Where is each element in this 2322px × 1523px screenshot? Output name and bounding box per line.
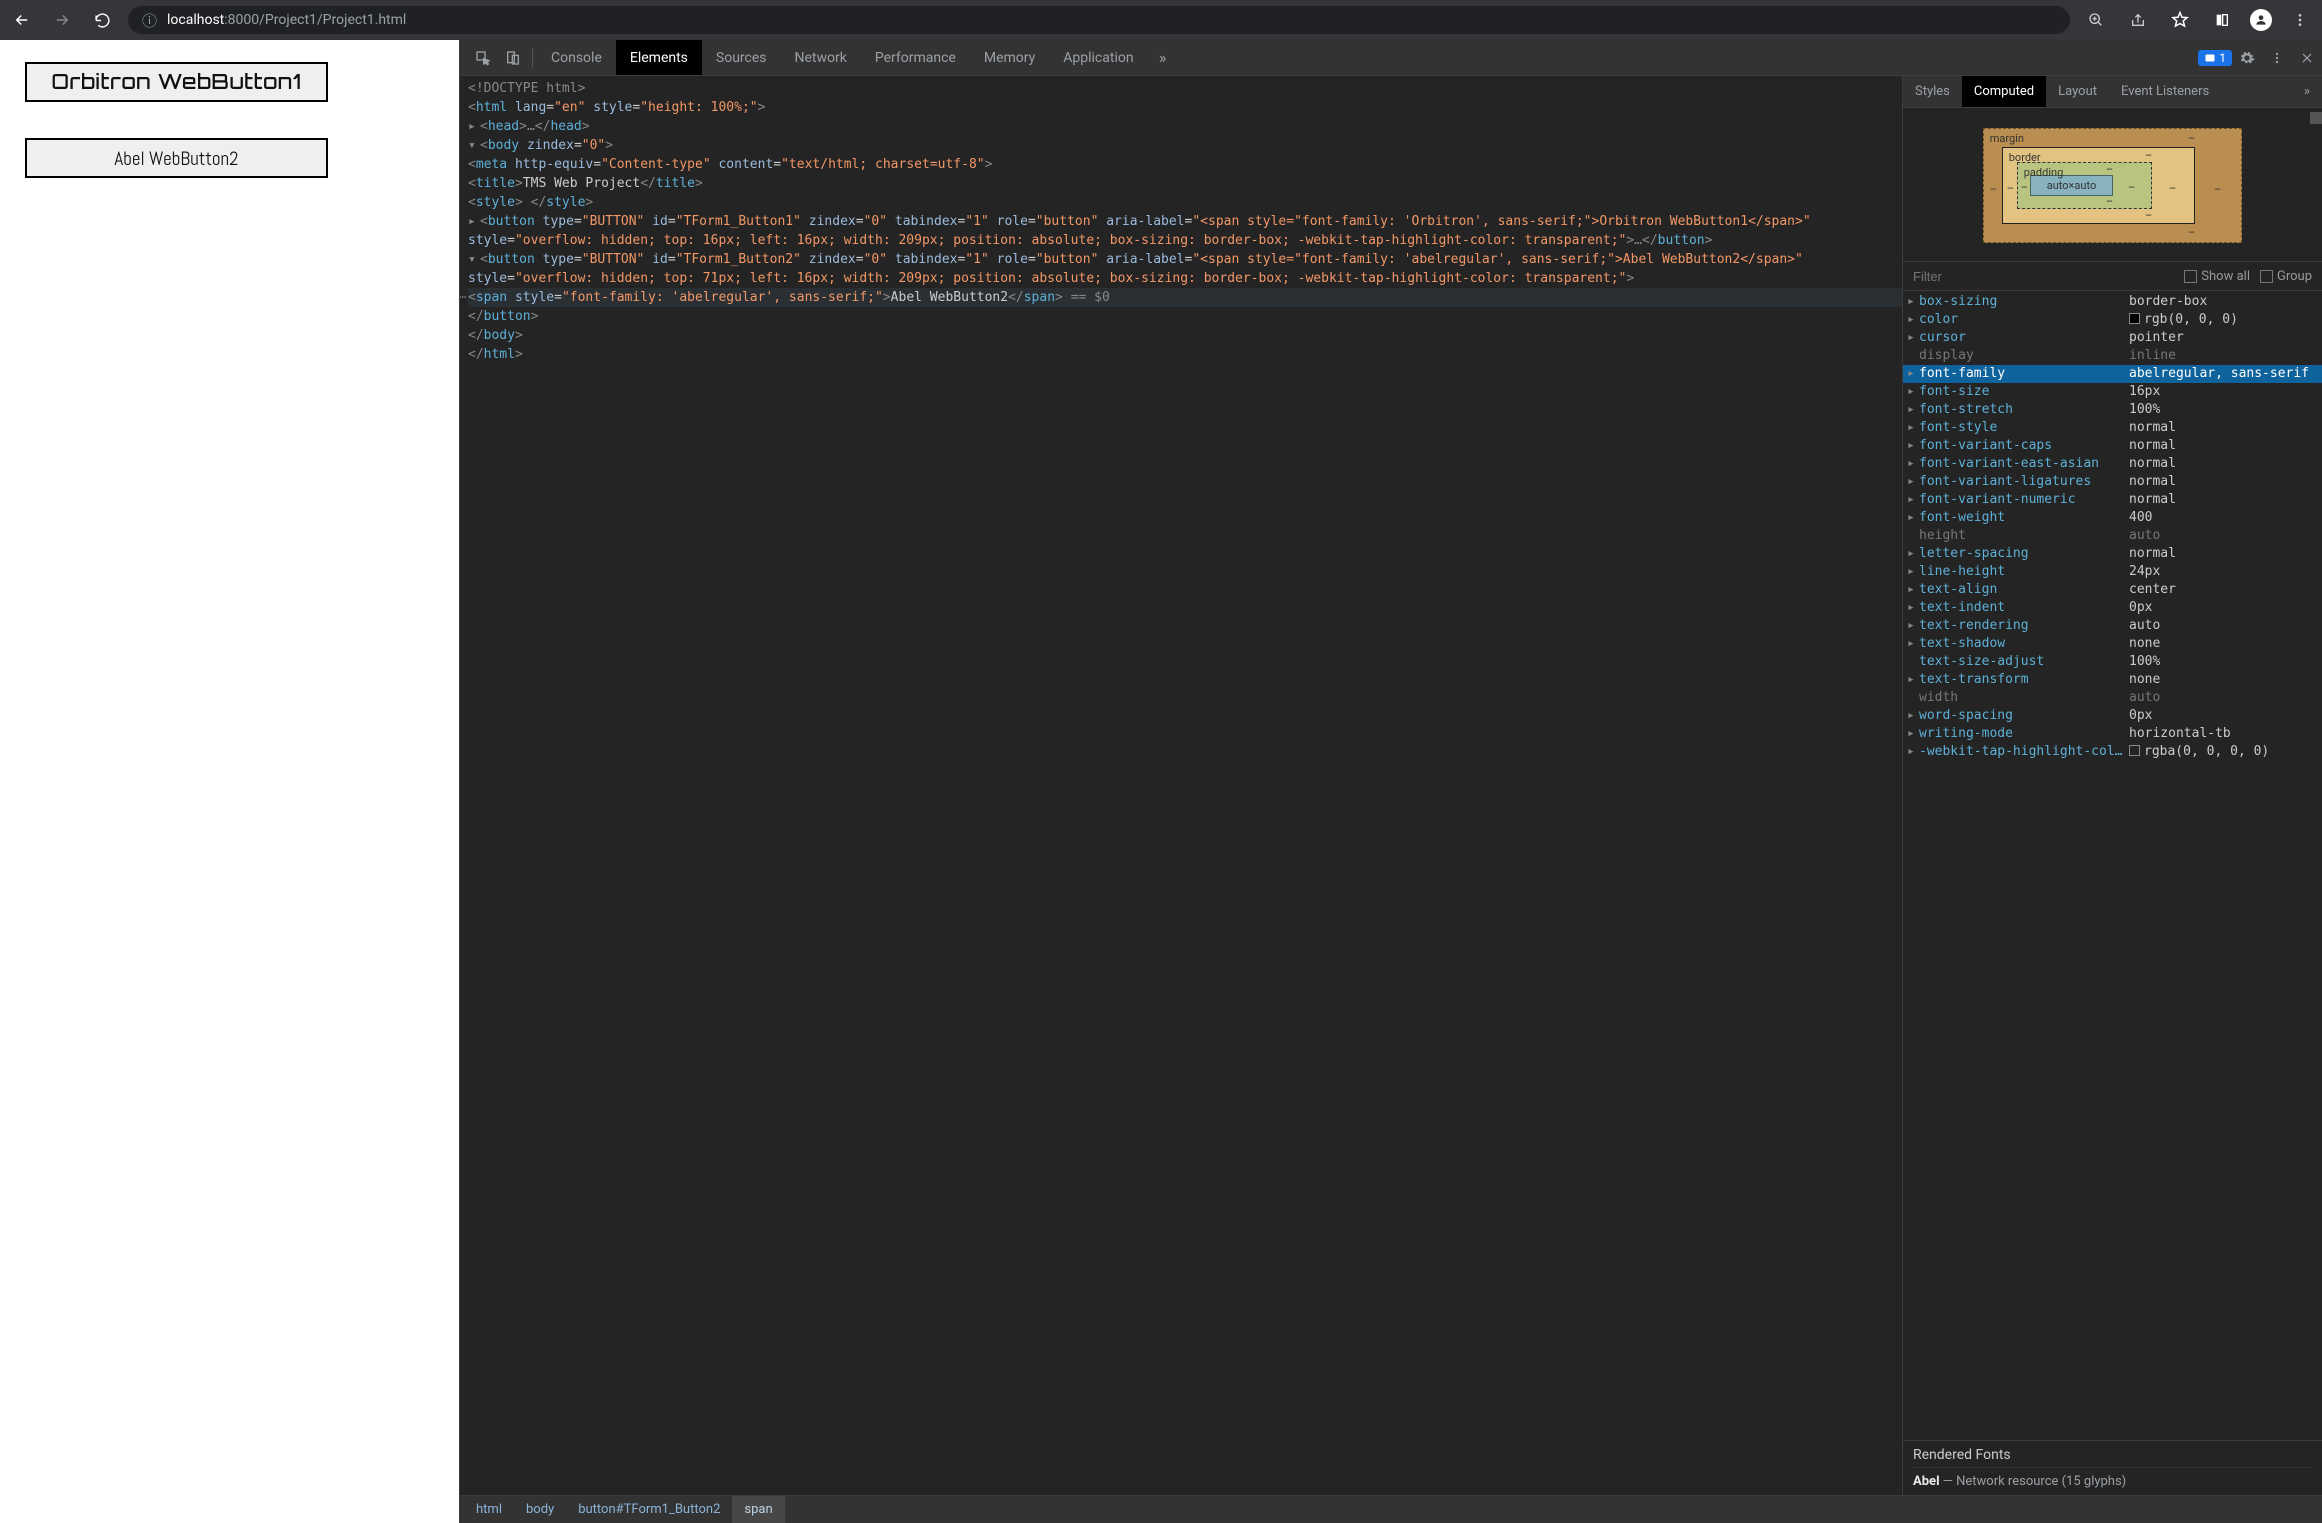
- tab-application[interactable]: Application: [1049, 40, 1147, 75]
- computed-row[interactable]: ▸line-height24px: [1903, 563, 2322, 581]
- filter-input[interactable]: [1913, 269, 2174, 284]
- styles-sidebar: Styles Computed Layout Event Listeners »…: [1902, 76, 2322, 1495]
- web-button-1[interactable]: Orbitron WebButton1: [25, 62, 328, 102]
- devtools-menu-icon[interactable]: [2262, 43, 2292, 73]
- profile-avatar[interactable]: [2250, 9, 2272, 31]
- sidebar-tab-computed[interactable]: Computed: [1962, 76, 2046, 107]
- computed-row[interactable]: ▸text-shadownone: [1903, 635, 2322, 653]
- computed-row[interactable]: text-size-adjust100%: [1903, 653, 2322, 671]
- computed-row[interactable]: ▸letter-spacingnormal: [1903, 545, 2322, 563]
- address-bar[interactable]: ⓘ localhost:8000/Project1/Project1.html: [128, 6, 2070, 34]
- computed-row[interactable]: ▸font-variant-numericnormal: [1903, 491, 2322, 509]
- computed-row[interactable]: heightauto: [1903, 527, 2322, 545]
- tab-sources[interactable]: Sources: [702, 40, 781, 75]
- browser-menu-icon[interactable]: [2286, 6, 2314, 34]
- share-icon[interactable]: [2124, 6, 2152, 34]
- sidebar-scrollbar[interactable]: [2310, 112, 2322, 124]
- site-info-icon[interactable]: ⓘ: [142, 10, 157, 31]
- forward-button[interactable]: [48, 6, 76, 34]
- computed-row[interactable]: ▸font-stretch100%: [1903, 401, 2322, 419]
- computed-row[interactable]: ▸font-stylenormal: [1903, 419, 2322, 437]
- computed-row[interactable]: ▸-webkit-tap-highlight-col…rgba(0, 0, 0,…: [1903, 743, 2322, 761]
- more-sidebar-tabs-icon[interactable]: »: [2292, 76, 2322, 107]
- settings-icon[interactable]: [2232, 43, 2262, 73]
- close-devtools-icon[interactable]: [2292, 43, 2322, 73]
- computed-row[interactable]: widthauto: [1903, 689, 2322, 707]
- back-button[interactable]: [8, 6, 36, 34]
- computed-row[interactable]: ▸cursorpointer: [1903, 329, 2322, 347]
- computed-list[interactable]: ▸box-sizingborder-box▸colorrgb(0, 0, 0)▸…: [1903, 291, 2322, 1440]
- tab-memory[interactable]: Memory: [970, 40, 1049, 75]
- group-toggle[interactable]: Group: [2260, 269, 2312, 284]
- inspect-icon[interactable]: [468, 43, 498, 73]
- sidebar-tab-styles[interactable]: Styles: [1903, 76, 1962, 107]
- elements-tree[interactable]: <!DOCTYPE html> <html lang="en" style="h…: [460, 76, 1902, 1495]
- computed-row[interactable]: ▸writing-modehorizontal-tb: [1903, 725, 2322, 743]
- computed-row[interactable]: ▸text-renderingauto: [1903, 617, 2322, 635]
- more-tabs-icon[interactable]: »: [1148, 43, 1178, 73]
- breadcrumb: html body button#TForm1_Button2 span: [460, 1495, 2322, 1523]
- sidebar-tab-events[interactable]: Event Listeners: [2109, 76, 2221, 107]
- device-icon[interactable]: [498, 43, 528, 73]
- breadcrumb-span[interactable]: span: [732, 1496, 784, 1523]
- computed-row[interactable]: ▸word-spacing0px: [1903, 707, 2322, 725]
- computed-row[interactable]: displayinline: [1903, 347, 2322, 365]
- computed-row[interactable]: ▸colorrgb(0, 0, 0): [1903, 311, 2322, 329]
- computed-row[interactable]: ▸font-variant-east-asiannormal: [1903, 455, 2322, 473]
- reload-button[interactable]: [88, 6, 116, 34]
- computed-row[interactable]: ▸text-indent0px: [1903, 599, 2322, 617]
- breadcrumb-button[interactable]: button#TForm1_Button2: [566, 1496, 732, 1523]
- reading-icon[interactable]: [2208, 6, 2236, 34]
- tab-elements[interactable]: Elements: [616, 40, 702, 75]
- issues-badge[interactable]: 1: [2198, 50, 2232, 66]
- computed-row[interactable]: ▸text-transformnone: [1903, 671, 2322, 689]
- computed-filter: Show all Group: [1903, 261, 2322, 291]
- computed-row[interactable]: ▸font-familyabelregular, sans-serif: [1903, 365, 2322, 383]
- browser-toolbar: ⓘ localhost:8000/Project1/Project1.html: [0, 0, 2322, 40]
- computed-row[interactable]: ▸text-aligncenter: [1903, 581, 2322, 599]
- devtools-tabs: Console Elements Sources Network Perform…: [460, 40, 2322, 76]
- computed-row[interactable]: ▸font-size16px: [1903, 383, 2322, 401]
- computed-row[interactable]: ▸font-variant-ligaturesnormal: [1903, 473, 2322, 491]
- selected-node[interactable]: ⋯<span style="font-family: 'abelregular'…: [468, 288, 1902, 307]
- show-all-toggle[interactable]: Show all: [2184, 269, 2250, 284]
- devtools: Console Elements Sources Network Perform…: [459, 40, 2322, 1523]
- url-text: localhost:8000/Project1/Project1.html: [167, 12, 406, 28]
- tab-performance[interactable]: Performance: [861, 40, 970, 75]
- box-model[interactable]: margin – – – – border – – – – padding: [1903, 108, 2322, 261]
- rendered-fonts: Rendered Fonts Abel — Network resource (…: [1903, 1440, 2322, 1495]
- bookmark-icon[interactable]: [2166, 6, 2194, 34]
- zoom-icon[interactable]: [2082, 6, 2110, 34]
- tab-console[interactable]: Console: [537, 40, 616, 75]
- breadcrumb-html[interactable]: html: [464, 1496, 514, 1523]
- page-viewport: Orbitron WebButton1 Abel WebButton2: [0, 40, 459, 1523]
- sidebar-tab-layout[interactable]: Layout: [2046, 76, 2109, 107]
- computed-row[interactable]: ▸box-sizingborder-box: [1903, 293, 2322, 311]
- computed-row[interactable]: ▸font-variant-capsnormal: [1903, 437, 2322, 455]
- breadcrumb-body[interactable]: body: [514, 1496, 566, 1523]
- computed-row[interactable]: ▸font-weight400: [1903, 509, 2322, 527]
- web-button-2[interactable]: Abel WebButton2: [25, 138, 328, 178]
- tab-network[interactable]: Network: [781, 40, 861, 75]
